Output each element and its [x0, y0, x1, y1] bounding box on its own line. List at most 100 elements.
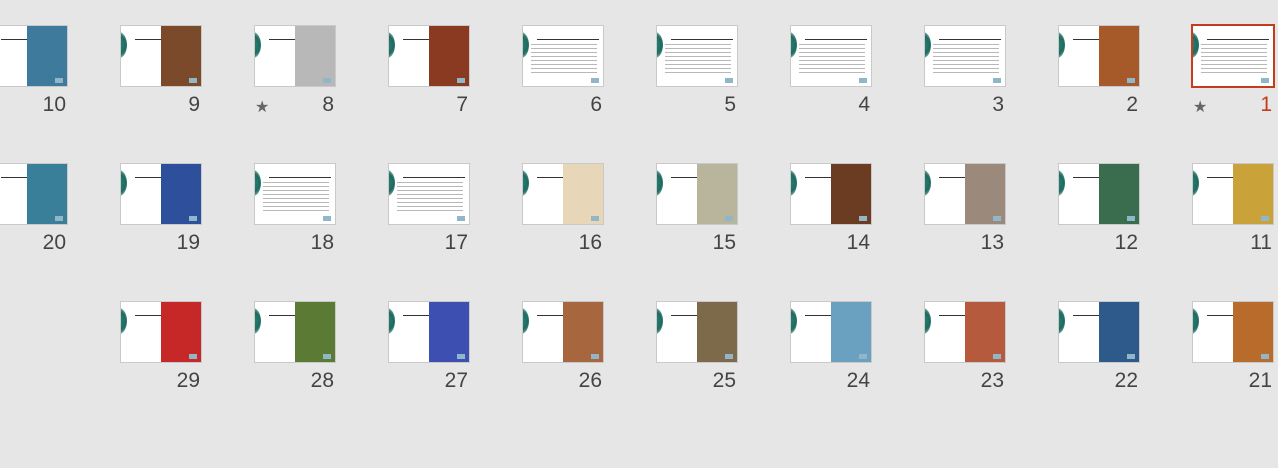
slide-preview[interactable] — [656, 25, 738, 87]
slide-number: 24 — [846, 369, 870, 392]
slide-decoration — [1059, 32, 1065, 58]
slide-number: 10 — [42, 93, 66, 116]
slide-decoration — [523, 308, 529, 334]
slide-thumbnail[interactable]: ★ 1 — [1191, 24, 1275, 117]
slide-thumbnail[interactable]: 6 — [522, 25, 604, 117]
slide-preview[interactable] — [790, 301, 872, 363]
slide-decoration — [523, 170, 529, 196]
slide-image — [1233, 164, 1273, 224]
slide-thumbnail[interactable]: 14 — [790, 163, 872, 255]
slide-decoration — [925, 32, 931, 58]
slide-decoration — [1193, 170, 1199, 196]
slide-logo — [1261, 354, 1269, 359]
slide-preview[interactable] — [254, 163, 336, 225]
slide-title-line — [671, 39, 733, 40]
slide-thumbnail[interactable]: 2 — [1058, 25, 1140, 117]
slide-thumbnail[interactable]: 17 — [388, 163, 470, 255]
slide-preview[interactable] — [120, 301, 202, 363]
slide-preview[interactable] — [120, 25, 202, 87]
slide-decoration — [121, 308, 127, 334]
slide-thumbnail[interactable]: 4 — [790, 25, 872, 117]
slide-thumbnail[interactable]: 28 — [254, 301, 336, 393]
slide-preview[interactable] — [656, 301, 738, 363]
slide-thumbnail[interactable]: 9 — [120, 25, 202, 117]
animation-star-icon[interactable]: ★ — [1193, 97, 1207, 117]
slide-logo — [323, 78, 331, 83]
slide-number: 1 — [1260, 93, 1272, 116]
slide-preview[interactable] — [388, 163, 470, 225]
slide-number: 3 — [992, 93, 1004, 116]
slide-number: 26 — [578, 369, 602, 392]
slide-number: 27 — [444, 369, 468, 392]
slide-text — [1201, 44, 1267, 74]
slide-title-line — [1207, 39, 1269, 40]
slide-text — [799, 44, 865, 74]
slide-decoration — [925, 308, 931, 334]
slide-number: 7 — [456, 93, 468, 116]
slide-logo — [1261, 216, 1269, 221]
slide-thumbnail[interactable]: 18 — [254, 163, 336, 255]
slide-preview[interactable] — [790, 25, 872, 87]
slide-image — [295, 26, 335, 86]
slide-preview[interactable] — [1191, 24, 1275, 88]
slide-preview[interactable] — [1058, 25, 1140, 87]
slide-preview[interactable] — [924, 163, 1006, 225]
slide-thumbnail[interactable]: 23 — [924, 301, 1006, 393]
slide-image — [965, 164, 1005, 224]
slide-thumbnail[interactable]: 24 — [790, 301, 872, 393]
slide-image — [27, 26, 67, 86]
slide-preview[interactable] — [1058, 163, 1140, 225]
slide-thumbnail[interactable]: 7 — [388, 25, 470, 117]
slide-logo — [993, 354, 1001, 359]
slide-thumbnail[interactable]: 5 — [656, 25, 738, 117]
slide-thumbnail[interactable]: ★ 8 — [254, 25, 336, 117]
slide-thumbnail[interactable]: 13 — [924, 163, 1006, 255]
slide-thumbnail[interactable]: 29 — [120, 301, 202, 393]
slide-number: 19 — [176, 231, 200, 254]
slide-preview[interactable] — [656, 163, 738, 225]
slide-decoration — [1059, 170, 1065, 196]
slide-preview[interactable] — [0, 163, 68, 225]
slide-preview[interactable] — [0, 25, 68, 87]
slide-preview[interactable] — [522, 301, 604, 363]
slide-logo — [591, 216, 599, 221]
animation-star-icon[interactable]: ★ — [255, 97, 269, 117]
slide-preview[interactable] — [388, 25, 470, 87]
slide-logo — [1127, 354, 1135, 359]
slide-preview[interactable] — [522, 163, 604, 225]
slide-thumbnail[interactable]: 16 — [522, 163, 604, 255]
slide-thumbnail[interactable]: 3 — [924, 25, 1006, 117]
slide-decoration — [925, 170, 931, 196]
slide-image — [161, 164, 201, 224]
slide-image — [27, 164, 67, 224]
slide-thumbnail[interactable]: 22 — [1058, 301, 1140, 393]
slide-thumbnail[interactable]: 15 — [656, 163, 738, 255]
slide-thumbnail[interactable]: 11 — [1192, 163, 1274, 255]
slide-logo — [189, 78, 197, 83]
slide-thumbnail[interactable]: 26 — [522, 301, 604, 393]
slide-thumbnail[interactable]: 21 — [1192, 301, 1274, 393]
slide-thumbnail[interactable]: 27 — [388, 301, 470, 393]
slide-decoration — [389, 32, 395, 58]
slide-preview[interactable] — [388, 301, 470, 363]
slide-thumbnail[interactable]: 20 — [0, 163, 68, 255]
slide-preview[interactable] — [924, 25, 1006, 87]
slide-thumbnail[interactable]: 12 — [1058, 163, 1140, 255]
slide-preview[interactable] — [1192, 163, 1274, 225]
slide-preview[interactable] — [254, 25, 336, 87]
slide-preview[interactable] — [254, 301, 336, 363]
slide-logo — [725, 78, 733, 83]
slide-preview[interactable] — [120, 163, 202, 225]
slide-preview[interactable] — [1058, 301, 1140, 363]
slide-thumbnail[interactable]: 10 — [0, 25, 68, 117]
slide-preview[interactable] — [924, 301, 1006, 363]
slide-thumbnail[interactable]: 25 — [656, 301, 738, 393]
slide-title-line — [537, 39, 599, 40]
slide-logo — [993, 216, 1001, 221]
slide-image — [161, 26, 201, 86]
slide-logo — [591, 354, 599, 359]
slide-preview[interactable] — [1192, 301, 1274, 363]
slide-thumbnail[interactable]: 19 — [120, 163, 202, 255]
slide-preview[interactable] — [790, 163, 872, 225]
slide-preview[interactable] — [522, 25, 604, 87]
